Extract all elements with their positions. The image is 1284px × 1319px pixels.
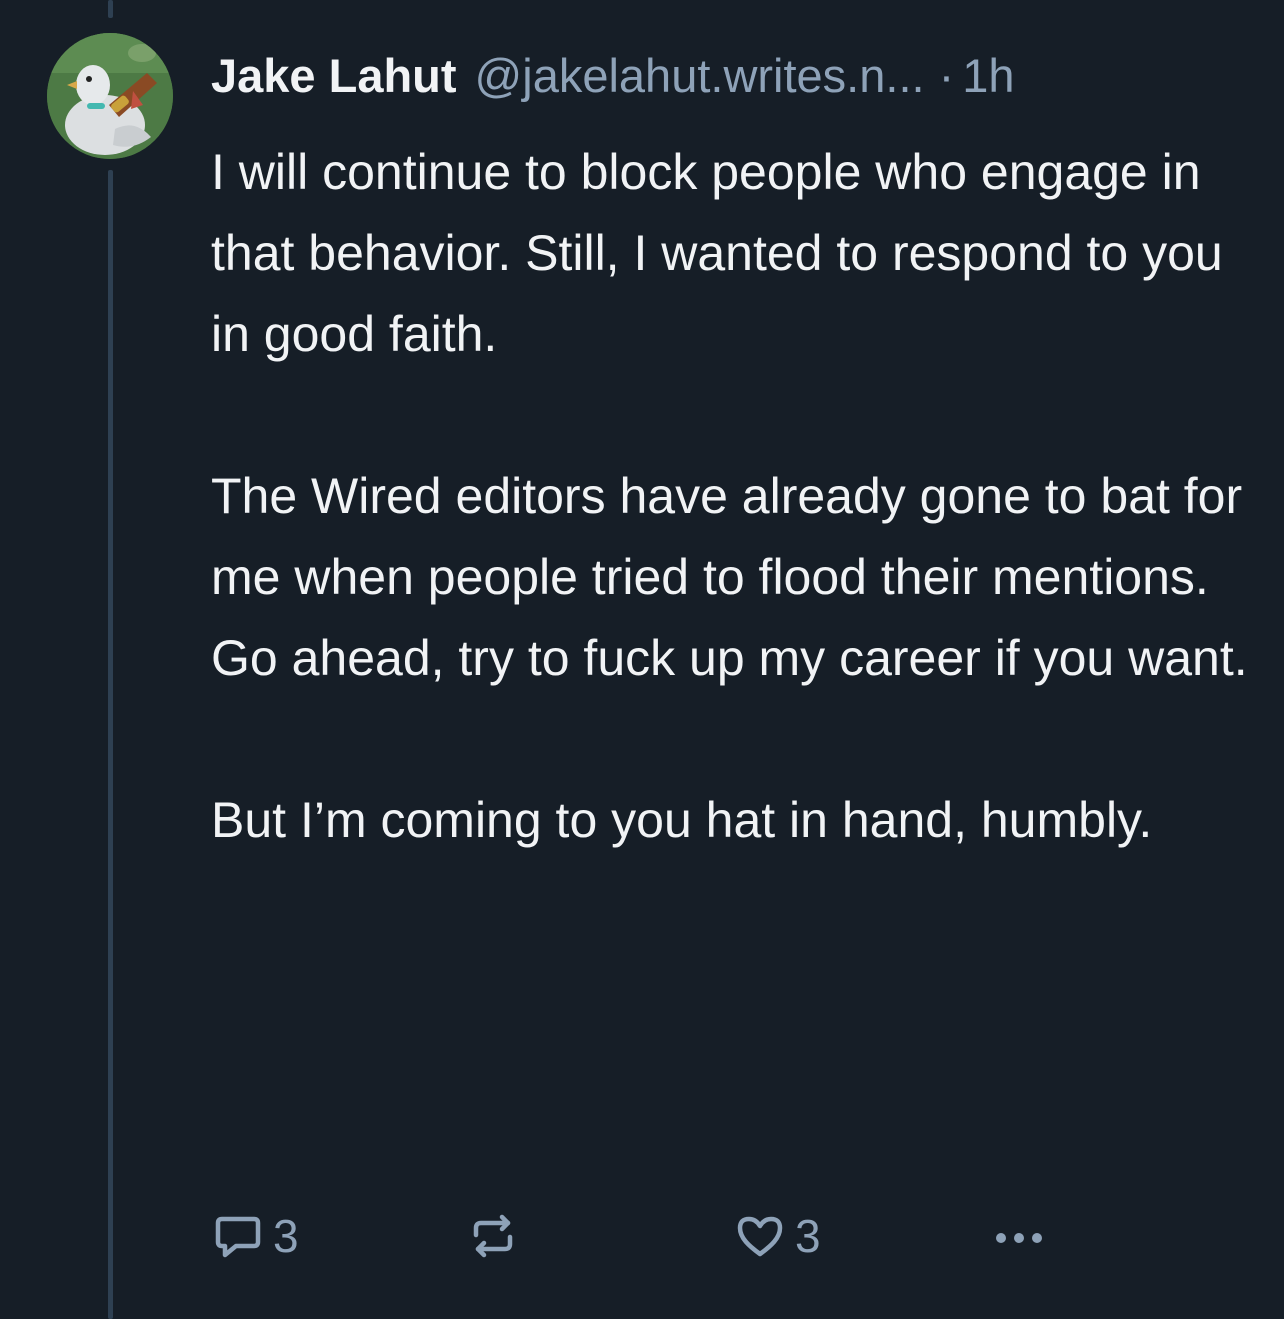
like-count: 3 (795, 1210, 821, 1262)
repost-arrows-icon (473, 1214, 513, 1258)
speech-bubble-icon (215, 1216, 261, 1258)
heart-icon (737, 1216, 783, 1257)
author-display-name[interactable]: Jake Lahut (211, 44, 457, 108)
like-button[interactable]: 3 (735, 1206, 821, 1266)
post-actions: 3 3 (205, 1206, 1065, 1266)
post-paragraph: I will continue to block people who enga… (211, 144, 1223, 362)
thread-line-top (108, 0, 113, 18)
avatar[interactable] (47, 33, 173, 159)
separator-dot: · (938, 49, 955, 102)
post-body: I will continue to block people who enga… (211, 132, 1251, 861)
reply-count: 3 (273, 1210, 299, 1262)
post-paragraph: The Wired editors have already gone to b… (211, 468, 1248, 686)
thread-line (108, 170, 113, 1319)
post-paragraph: But I’m coming to you hat in hand, humbl… (211, 792, 1153, 848)
ellipsis-icon (996, 1233, 1042, 1243)
post-header: Jake Lahut @jakelahut.writes.n... · 1h (211, 44, 1261, 108)
author-handle[interactable]: @jakelahut.writes.n... (475, 44, 925, 108)
more-options-button[interactable] (989, 1206, 1049, 1266)
post-timestamp[interactable]: 1h (962, 44, 1014, 108)
post: Jake Lahut @jakelahut.writes.n... · 1h I… (0, 0, 1284, 1319)
pigeon-with-cigar-avatar-icon (47, 33, 173, 159)
reply-button[interactable]: 3 (213, 1206, 299, 1266)
repost-button[interactable] (468, 1206, 518, 1266)
